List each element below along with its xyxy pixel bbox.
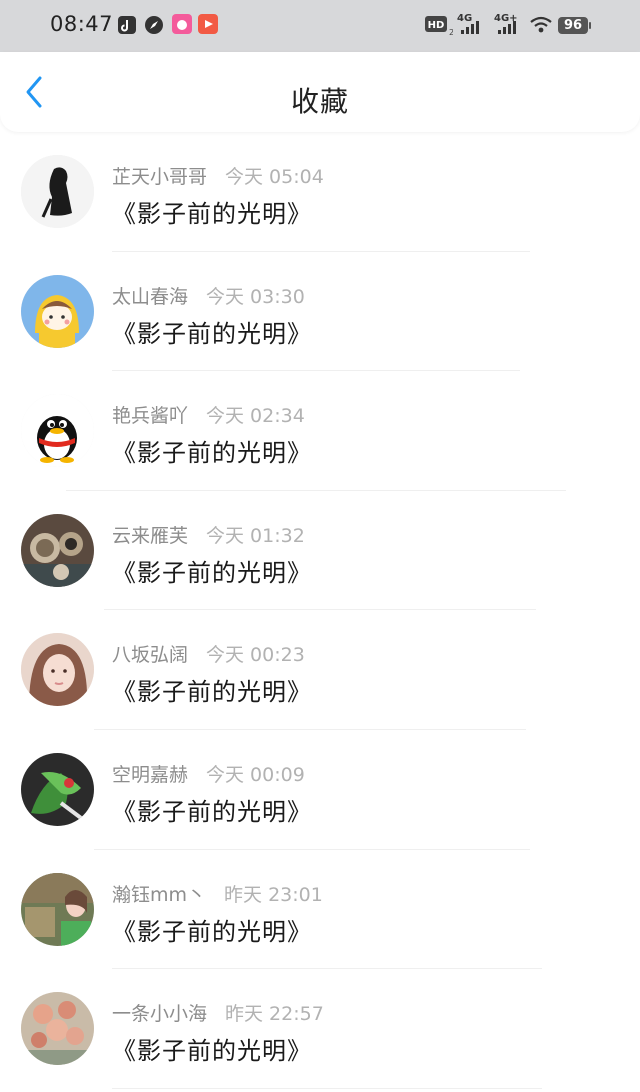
- author-name[interactable]: 艳兵酱吖: [112, 405, 188, 427]
- item-meta: 芷天小哥哥 今天 05:04: [112, 162, 324, 189]
- item-meta: 艳兵酱吖 今天 02:34: [112, 401, 305, 428]
- item-title[interactable]: 《影子前的光明》: [112, 1031, 312, 1066]
- item-title[interactable]: 《影子前的光明》: [112, 792, 312, 827]
- author-name[interactable]: 空明嘉赫: [112, 764, 188, 786]
- item-title[interactable]: 《影子前的光明》: [112, 194, 312, 229]
- author-name[interactable]: 八坂弘阔: [112, 644, 188, 666]
- avatar[interactable]: [21, 513, 94, 587]
- timestamp: 昨天 23:01: [224, 883, 323, 906]
- list-item[interactable]: 云来雁芙 今天 01:32 《影子前的光明》: [0, 491, 640, 611]
- timestamp: 今天 02:34: [206, 405, 305, 428]
- list-item[interactable]: 芷天小哥哥 今天 05:04 《影子前的光明》: [0, 132, 640, 252]
- svg-text:2: 2: [449, 28, 453, 36]
- avatar[interactable]: [21, 992, 94, 1066]
- timestamp: 今天 03:30: [206, 285, 305, 308]
- tiktok-icon: [118, 16, 136, 34]
- divider: [112, 1087, 542, 1089]
- compass-app-icon: [145, 16, 163, 34]
- author-name[interactable]: 瀚钰mm丶: [112, 884, 206, 906]
- list-item[interactable]: 瀚钰mm丶 昨天 23:01 《影子前的光明》: [0, 850, 640, 970]
- avatar[interactable]: [21, 752, 94, 826]
- nav-bar: 收藏: [0, 52, 640, 132]
- item-meta: 八坂弘阔 今天 00:23: [112, 640, 305, 667]
- timestamp: 昨天 22:57: [225, 1003, 324, 1026]
- status-time: 08:47: [50, 12, 114, 36]
- timestamp: 今天 01:32: [206, 524, 305, 547]
- item-title[interactable]: 《影子前的光明》: [112, 553, 312, 588]
- author-name[interactable]: 太山春海: [112, 286, 188, 308]
- list-item[interactable]: 一条小小海 昨天 22:57 《影子前的光明》: [0, 969, 640, 1089]
- wifi-icon: [530, 16, 552, 33]
- author-name[interactable]: 一条小小海: [112, 1003, 207, 1025]
- list-item[interactable]: 艳兵酱吖 今天 02:34 《影子前的光明》: [0, 371, 640, 491]
- item-meta: 云来雁芙 今天 01:32: [112, 521, 305, 548]
- avatar[interactable]: [21, 274, 94, 348]
- svg-text:4G: 4G: [457, 13, 472, 24]
- pink-app-icon: [172, 14, 192, 34]
- avatar[interactable]: [21, 394, 94, 468]
- timestamp: 今天 05:04: [225, 166, 324, 188]
- item-title[interactable]: 《影子前的光明》: [112, 433, 312, 468]
- item-title[interactable]: 《影子前的光明》: [112, 314, 312, 349]
- favorites-list: 芷天小哥哥 今天 05:04 《影子前的光明》 太山春海 今天 03:30 《影子前…: [0, 132, 640, 1089]
- list-item[interactable]: 八坂弘阔 今天 00:23 《影子前的光明》: [0, 610, 640, 730]
- list-item[interactable]: 空明嘉赫 今天 00:09 《影子前的光明》: [0, 730, 640, 850]
- item-meta: 太山春海 今天 03:30: [112, 282, 305, 309]
- avatar[interactable]: [21, 155, 94, 228]
- avatar[interactable]: [21, 872, 94, 946]
- signal-4g-plus-icon: 4G+: [494, 13, 518, 34]
- svg-text:HD: HD: [428, 20, 445, 31]
- list-item[interactable]: 太山春海 今天 03:30 《影子前的光明》: [0, 252, 640, 372]
- item-title[interactable]: 《影子前的光明》: [112, 672, 312, 707]
- battery-tip: [589, 22, 591, 29]
- page-title: 收藏: [290, 85, 349, 118]
- status-bar: 08:47 HD 2 4G 4G+ 96: [0, 0, 640, 52]
- item-meta: 空明嘉赫 今天 00:09: [112, 760, 305, 787]
- signal-4g-icon: 4G: [457, 13, 479, 34]
- battery-icon: 96: [558, 17, 588, 34]
- item-meta: 一条小小海 昨天 22:57: [112, 999, 324, 1026]
- timestamp: 今天 00:09: [206, 763, 305, 786]
- item-meta: 瀚钰mm丶 昨天 23:01: [112, 880, 323, 907]
- author-name[interactable]: 云来雁芙: [112, 525, 188, 547]
- author-name[interactable]: 芷天小哥哥: [112, 166, 207, 188]
- item-title[interactable]: 《影子前的光明》: [112, 912, 312, 947]
- hd-icon: HD 2: [425, 16, 453, 36]
- timestamp: 今天 00:23: [206, 644, 305, 667]
- avatar[interactable]: [21, 633, 94, 707]
- video-app-icon: [198, 14, 218, 34]
